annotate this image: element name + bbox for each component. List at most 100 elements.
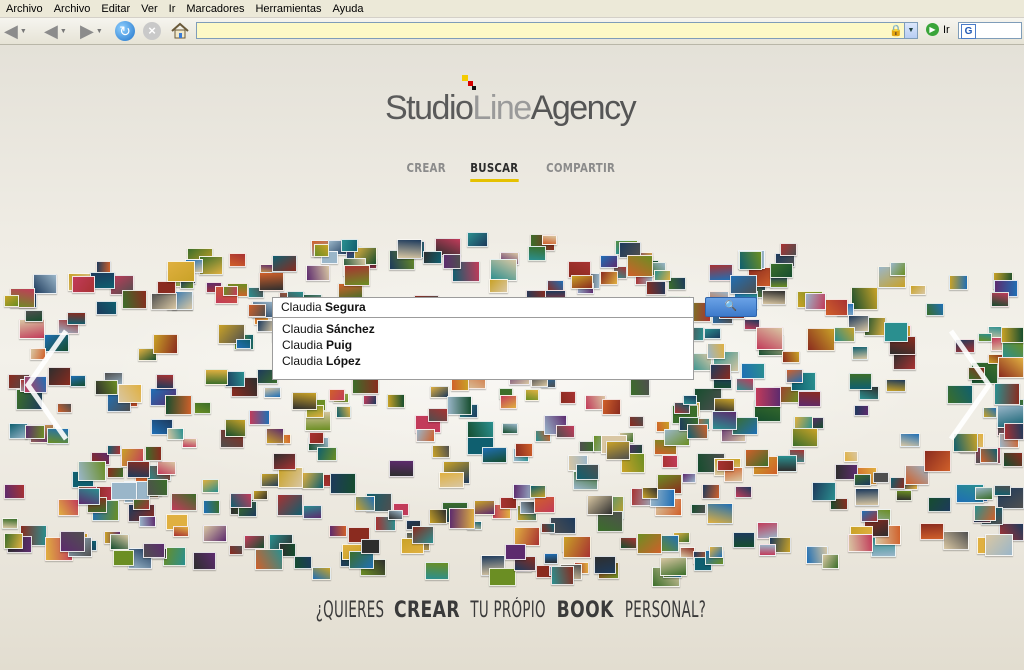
carousel-next-arrow-icon[interactable] (945, 325, 995, 445)
collage-photo (106, 445, 121, 455)
collage-photo (416, 428, 435, 443)
collage-photo (853, 473, 872, 487)
collage-photo (202, 479, 219, 493)
collage-photo (316, 446, 338, 461)
carousel-prev-arrow-icon[interactable] (22, 325, 72, 445)
menu-ver[interactable]: Ver (135, 3, 163, 15)
browser-search-field[interactable]: G (958, 22, 1022, 39)
menu-archivo-2[interactable]: Archivo (48, 3, 96, 15)
collage-photo (276, 494, 303, 517)
refresh-button[interactable]: ↻ (115, 21, 135, 41)
nav-buscar[interactable]: BUSCAR (470, 161, 518, 182)
stop-button[interactable]: × (143, 21, 161, 41)
collage-photo (770, 263, 793, 278)
suggestion-bold: Puig (326, 338, 353, 352)
collage-photo (755, 387, 781, 408)
back-history-button[interactable]: ◀ ▼ (44, 21, 67, 41)
collage-photo (70, 374, 86, 387)
collage-photo (587, 494, 613, 516)
collage-photo (502, 423, 518, 435)
stop-icon: × (143, 22, 161, 40)
collage-photo (636, 533, 662, 555)
collage-photo (244, 535, 265, 550)
collage-photo (805, 293, 826, 310)
collage-photo (164, 395, 192, 416)
collage-photo (71, 276, 96, 293)
photo-collage (0, 230, 1024, 587)
collage-photo (107, 467, 124, 479)
collage-photo (843, 451, 859, 462)
collage-photo (926, 302, 944, 316)
search-query-bold: Segura (325, 300, 366, 314)
collage-photo (330, 473, 356, 494)
collage-photo (182, 437, 197, 449)
suggestion-bold: Sánchez (326, 322, 375, 336)
collage-photo (883, 322, 908, 342)
collage-photo (25, 309, 43, 322)
collage-photo (32, 273, 57, 294)
menu-marcadores[interactable]: Marcadores (180, 3, 249, 15)
nav-crear[interactable]: CREAR (406, 161, 445, 179)
suggestion-item[interactable]: Claudia Puig (273, 337, 693, 353)
search-input[interactable]: Claudia Segura (272, 297, 694, 318)
home-icon (171, 22, 189, 39)
menu-ir[interactable]: Ir (163, 3, 181, 15)
search-icon: 🔍 (724, 301, 738, 312)
collage-photo (1002, 451, 1024, 467)
lock-icon: 🔒 (889, 25, 903, 37)
collage-photo (489, 258, 517, 281)
go-arrow-icon: ▶ (926, 23, 939, 36)
address-dropdown-icon[interactable]: ▼ (904, 23, 917, 38)
collage-photo (798, 391, 821, 408)
collage-photo (712, 411, 737, 430)
search-button[interactable]: 🔍 (705, 297, 757, 317)
menu-herramientas[interactable]: Herramientas (249, 3, 326, 15)
collage-photo (974, 486, 993, 500)
menu-ayuda[interactable]: Ayuda (326, 3, 368, 15)
collage-photo (889, 262, 907, 276)
chevron-down-icon: ▼ (95, 27, 103, 35)
collage-photo (272, 453, 296, 470)
go-button[interactable]: ▶ Ir (926, 23, 950, 36)
collage-photo (396, 239, 423, 260)
refresh-icon: ↻ (115, 21, 135, 41)
nav-compartir[interactable]: COMPARTIR (546, 161, 615, 179)
collage-photo (424, 561, 449, 580)
collage-photo (203, 499, 221, 515)
collage-photo (265, 428, 285, 444)
collage-photo (427, 407, 448, 423)
collage-photo (991, 291, 1010, 307)
collage-photo (1001, 327, 1024, 344)
back-button[interactable]: ◀ ▼ (4, 21, 27, 41)
studioline-logo[interactable]: StudioLineAgency (385, 75, 645, 130)
collage-photo (278, 467, 304, 488)
collage-photo (500, 497, 518, 510)
collage-photo (629, 416, 644, 428)
home-button[interactable] (170, 21, 190, 41)
menu-archivo-1[interactable]: Archivo (0, 3, 48, 15)
collage-photo (534, 496, 556, 513)
collage-photo (1004, 423, 1024, 440)
collage-photo (807, 328, 835, 352)
tagline-bold-crear: CREAR (393, 598, 460, 623)
forward-button[interactable]: ▶ ▼ (80, 21, 103, 41)
collage-photo (155, 373, 175, 389)
collage-photo (812, 481, 837, 501)
suggestion-item[interactable]: Claudia Sánchez (273, 321, 693, 337)
collage-photo (144, 446, 163, 461)
collage-photo (686, 423, 708, 439)
search-suggestions: Claudia Sánchez Claudia Puig Claudia Lóp… (272, 318, 694, 380)
menu-editar[interactable]: Editar (95, 3, 135, 15)
collage-photo (716, 459, 734, 472)
collage-photo (745, 448, 770, 468)
collage-photo (690, 504, 706, 514)
collage-photo (121, 289, 148, 309)
address-bar[interactable]: 🔒 ▼ (196, 22, 918, 39)
collage-photo (515, 443, 533, 458)
suggestion-item[interactable]: Claudia López (273, 353, 693, 369)
logo-word-studio: Studio (385, 89, 474, 127)
collage-photo (171, 493, 197, 512)
collage-photo (710, 363, 732, 381)
collage-photo (252, 490, 269, 501)
collage-photo (571, 274, 593, 290)
